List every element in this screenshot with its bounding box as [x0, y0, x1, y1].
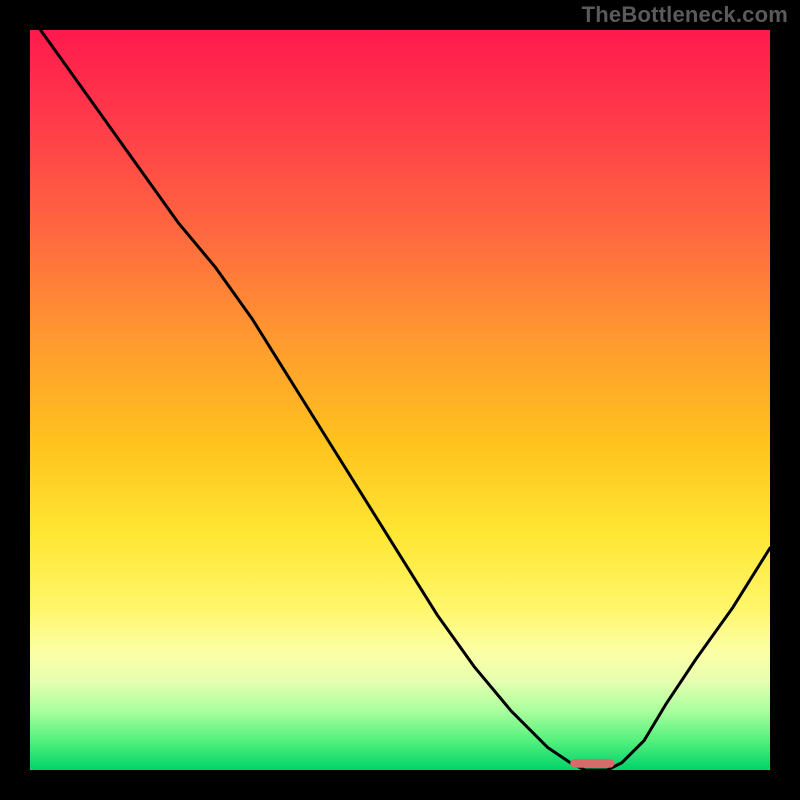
optimum-marker	[570, 759, 614, 768]
chart-frame: TheBottleneck.com	[0, 0, 800, 800]
chart-svg	[30, 30, 770, 770]
plot-area	[30, 30, 770, 770]
curve-path	[30, 15, 770, 770]
watermark-text: TheBottleneck.com	[582, 2, 788, 28]
